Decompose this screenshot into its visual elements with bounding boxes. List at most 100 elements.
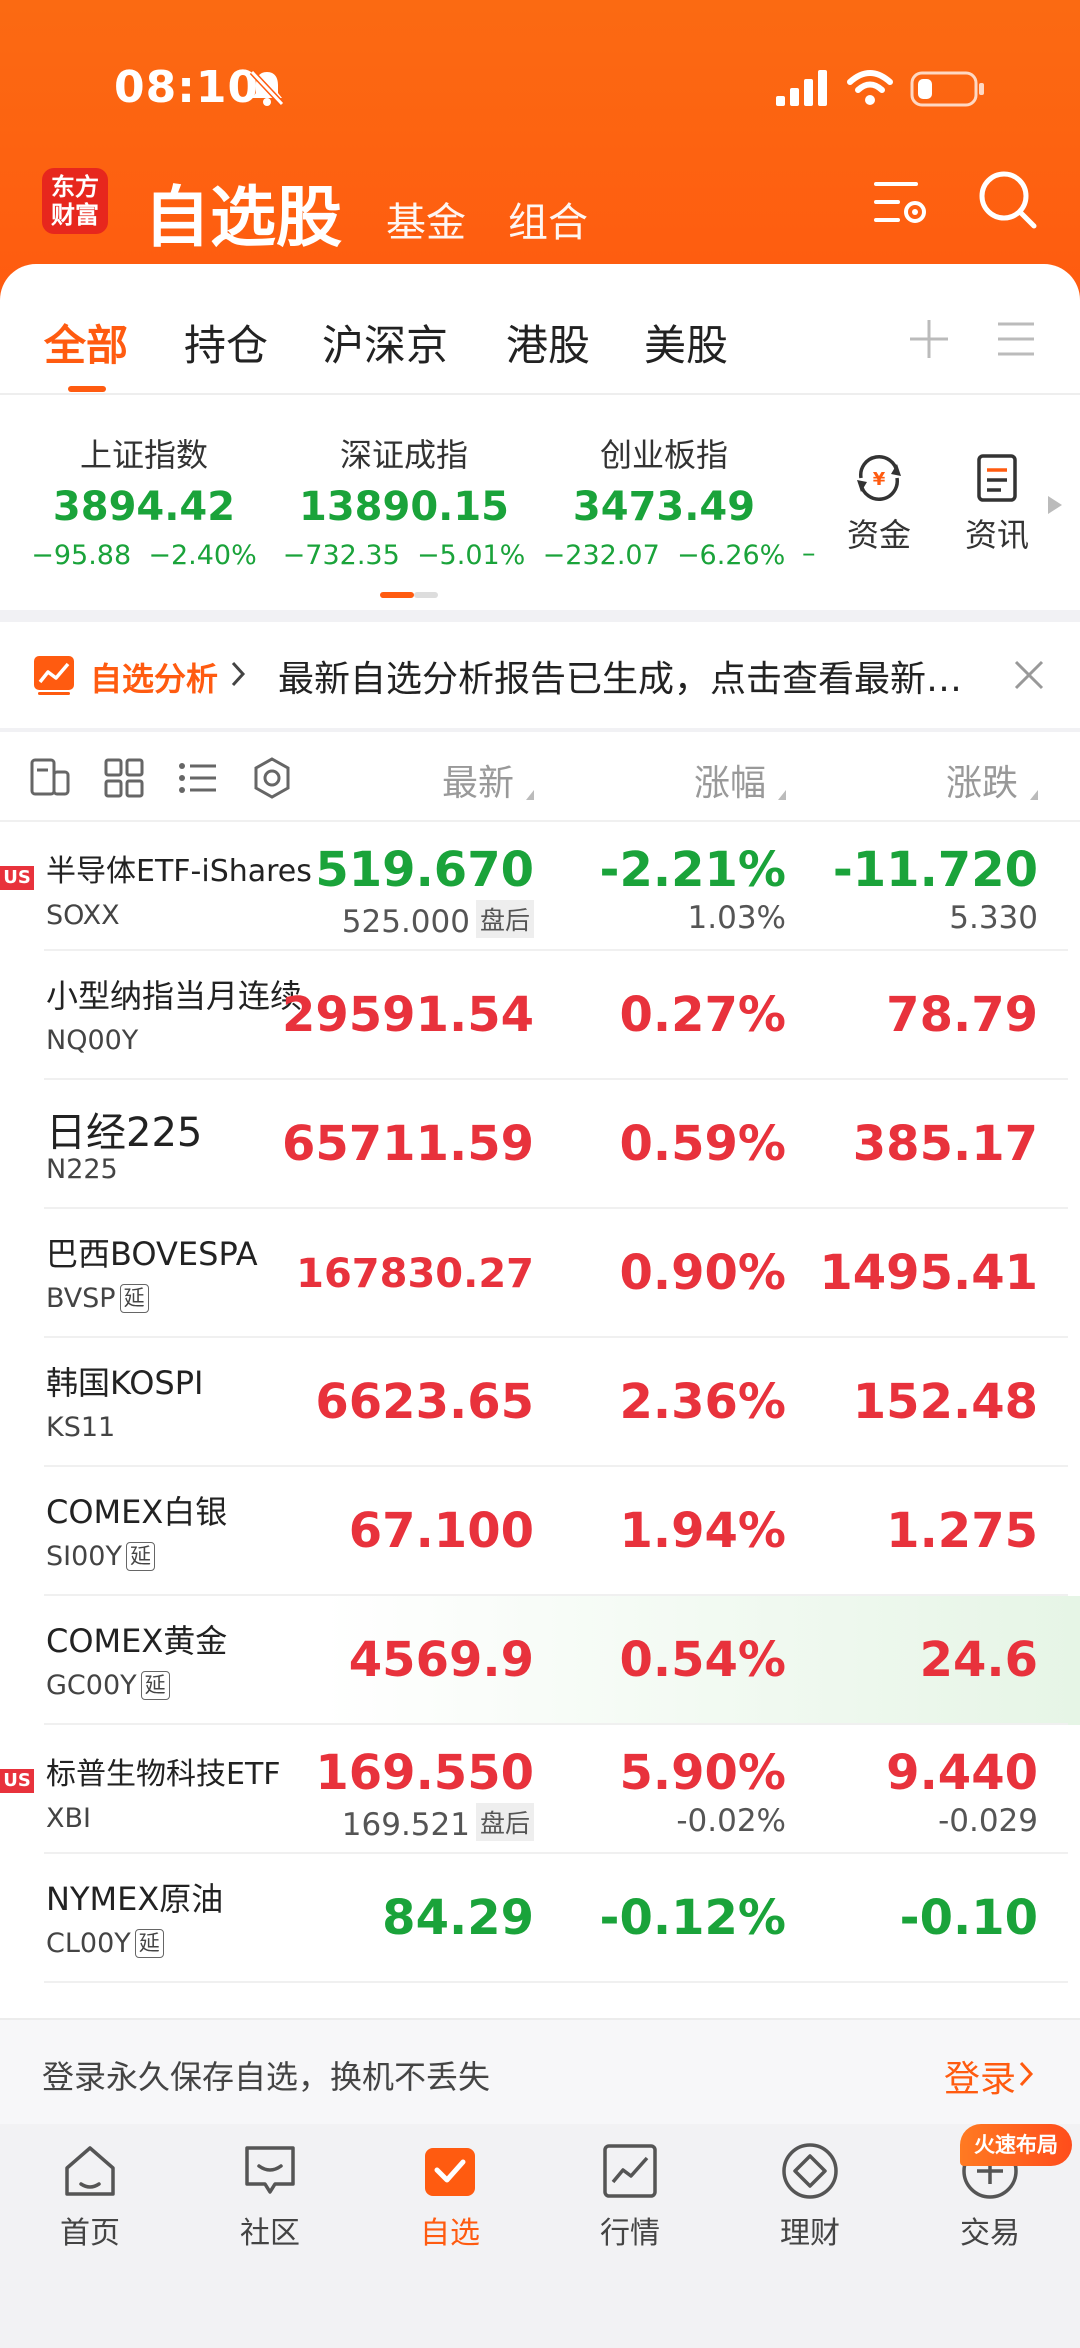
stock-pct: -0.12% — [599, 1890, 786, 1946]
nav-home[interactable]: 首页 — [0, 2140, 180, 2252]
delayed-badge: 延 — [134, 1929, 164, 1958]
settings-icon[interactable] — [250, 756, 294, 800]
stock-name: COMEX黄金 — [46, 1622, 228, 1660]
table-row[interactable]: NYMEX原油 CL00Y 延 84.29 -0.12% -0.10 — [0, 1854, 1080, 1983]
stock-price: 4569.9 — [348, 1632, 534, 1688]
column-latest[interactable]: 最新 — [442, 754, 514, 806]
stock-pct: 0.59% — [619, 1116, 786, 1172]
index-change: −732.35 −5.01% — [282, 540, 526, 571]
index-chinext[interactable]: 创业板指 3473.49 −232.07 −6.26% — [534, 430, 794, 571]
grid-view-icon[interactable] — [102, 756, 146, 800]
close-icon[interactable] — [1012, 658, 1046, 692]
index-name: 上证指数 — [79, 436, 208, 474]
stock-code: NQ00Y — [46, 1025, 139, 1056]
watchlist: US 半导体ETF-iShares SOXX 519.670 -2.21% -11.720… — [0, 822, 1080, 2018]
list-header: 最新 涨幅 涨跌 — [0, 732, 1080, 822]
stock-code: XBI — [46, 1803, 91, 1834]
index-value: 3894.42 — [52, 484, 236, 530]
stock-code: CL00Y 延 — [46, 1928, 164, 1959]
login-bar[interactable]: 登录永久保存自选，换机不丢失 登录 — [0, 2018, 1080, 2124]
table-row[interactable]: COMEX白银 SI00Y 延 67.100 1.94% 1.275 — [0, 1467, 1080, 1596]
column-pct[interactable]: 涨幅 — [694, 754, 766, 806]
layout-toggle-icon[interactable] — [28, 756, 72, 800]
index-shenzhen[interactable]: 深证成指 13890.15 −732.35 −5.01% — [274, 430, 534, 571]
delayed-badge: 延 — [125, 1542, 155, 1571]
stock-change: 1495.41 — [819, 1245, 1038, 1301]
bell-muted-icon — [249, 69, 285, 107]
nav-market[interactable]: 行情 — [540, 2140, 720, 2252]
nav-wealth[interactable]: 理财 — [720, 2140, 900, 2252]
table-row[interactable]: 韩国KOSPI KS11 6623.65 2.36% 152.48 — [0, 1338, 1080, 1467]
quick-link-news[interactable]: 资讯 — [952, 452, 1042, 556]
stock-change: 152.48 — [852, 1374, 1038, 1430]
stock-name: 小型纳指当月连续 — [46, 977, 303, 1015]
stock-code: N225 — [46, 1154, 118, 1185]
analysis-chart-icon — [34, 656, 74, 695]
stock-price: 167830.27 — [296, 1251, 534, 1297]
table-row[interactable]: 小型纳指当月连续 NQ00Y 29591.54 0.27% 78.79 — [0, 951, 1080, 1080]
market-badge: US — [0, 866, 34, 890]
login-prompt: 登录永久保存自选，换机不丢失 — [42, 2058, 491, 2096]
list-view-icon[interactable] — [176, 756, 220, 800]
stock-code: BVSP 延 — [46, 1283, 149, 1314]
tab-us[interactable]: 美股 — [644, 312, 728, 373]
index-pager-active — [380, 592, 414, 598]
table-row[interactable]: 巴西BOVESPA BVSP 延 167830.27 0.90% 1495.41 — [0, 1209, 1080, 1338]
after-hours-badge: 盘后 — [475, 1803, 534, 1841]
index-name: 创业板指 — [599, 436, 728, 474]
after-hours-pct: 1.03% — [687, 900, 786, 936]
chat-icon — [245, 2146, 295, 2194]
tab-all[interactable]: 全部 — [44, 312, 128, 373]
app-logo: 东方财富 — [42, 168, 108, 234]
header: 08:10 东方财富 自选股 基金 组合 — [0, 0, 1080, 300]
login-button[interactable]: 登录 — [944, 2050, 1016, 2102]
promo-badge[interactable]: 火速布局 — [960, 2124, 1072, 2166]
after-hours-change: 5.330 — [949, 900, 1038, 936]
table-row[interactable]: US 标普生物科技ETF XBI 169.550 5.90% 9.440 169.521 盘后… — [0, 1725, 1080, 1854]
index-shanghai[interactable]: 上证指数 3894.42 −95.88 −2.40% — [14, 430, 274, 571]
after-hours-badge: 盘后 — [475, 900, 534, 938]
analysis-banner[interactable]: 自选分析 最新自选分析报告已生成，点击查看最新变化 — [0, 622, 1080, 728]
tab-holdings[interactable]: 持仓 — [184, 312, 268, 373]
after-hours-price: 169.521 盘后 — [342, 1803, 534, 1843]
table-row[interactable]: 日经225 N225 65711.59 0.59% 385.17 — [0, 1080, 1080, 1209]
chevron-right-icon — [1019, 2061, 1034, 2087]
stock-price: 67.100 — [348, 1503, 534, 1559]
menu-icon[interactable] — [994, 318, 1038, 360]
nav-community[interactable]: 社区 — [180, 2140, 360, 2252]
stock-pct: 5.90% — [619, 1745, 786, 1801]
stock-name: 巴西BOVESPA — [46, 1235, 258, 1273]
market-badge: US — [0, 1769, 34, 1793]
search-icon[interactable] — [976, 168, 1038, 230]
svg-text:¥: ¥ — [873, 469, 886, 490]
filter-settings-icon[interactable] — [872, 174, 932, 230]
wifi-icon — [847, 70, 893, 105]
table-row[interactable]: US 半导体ETF-iShares SOXX 519.670 -2.21% -11.720… — [0, 822, 1080, 951]
bottom-nav: 首页 社区 自选 行情 理财 交易 — [0, 2124, 1080, 2348]
index-change: −232.07 −6.26% — [542, 540, 786, 571]
active-tab-indicator — [68, 386, 106, 392]
stock-price: 65711.59 — [281, 1116, 534, 1172]
stock-change: 24.6 — [919, 1632, 1038, 1688]
analysis-message: 最新自选分析报告已生成，点击查看最新变化 — [278, 659, 994, 700]
stock-pct: 1.94% — [619, 1503, 786, 1559]
header-tab-fund[interactable]: 基金 — [386, 190, 466, 248]
index-pager — [414, 592, 438, 598]
table-row[interactable]: 138.8302.53%3.030 — [0, 1983, 1080, 2018]
stock-name: NYMEX原油 — [46, 1880, 224, 1918]
quick-link-funds[interactable]: ¥ 资金 — [834, 452, 924, 556]
sort-icon — [778, 790, 786, 800]
tab-hk[interactable]: 港股 — [506, 312, 590, 373]
stock-pct: 2.36% — [619, 1374, 786, 1430]
document-icon — [977, 454, 1017, 502]
table-row[interactable]: COMEX黄金 GC00Y 延 4569.9 0.54% 24.6 — [0, 1596, 1080, 1725]
add-group-icon[interactable] — [906, 316, 952, 362]
chevron-right-icon[interactable] — [1046, 494, 1064, 516]
index-change: −95.88 −2.40% — [31, 540, 257, 571]
tab-hs-bj[interactable]: 沪深京 — [322, 312, 448, 373]
yuan-flow-icon: ¥ — [857, 455, 901, 501]
nav-watchlist[interactable]: 自选 — [360, 2140, 540, 2252]
column-change[interactable]: 涨跌 — [946, 754, 1018, 806]
stock-price: 6623.65 — [315, 1374, 534, 1430]
header-tab-portfolio[interactable]: 组合 — [508, 190, 588, 248]
